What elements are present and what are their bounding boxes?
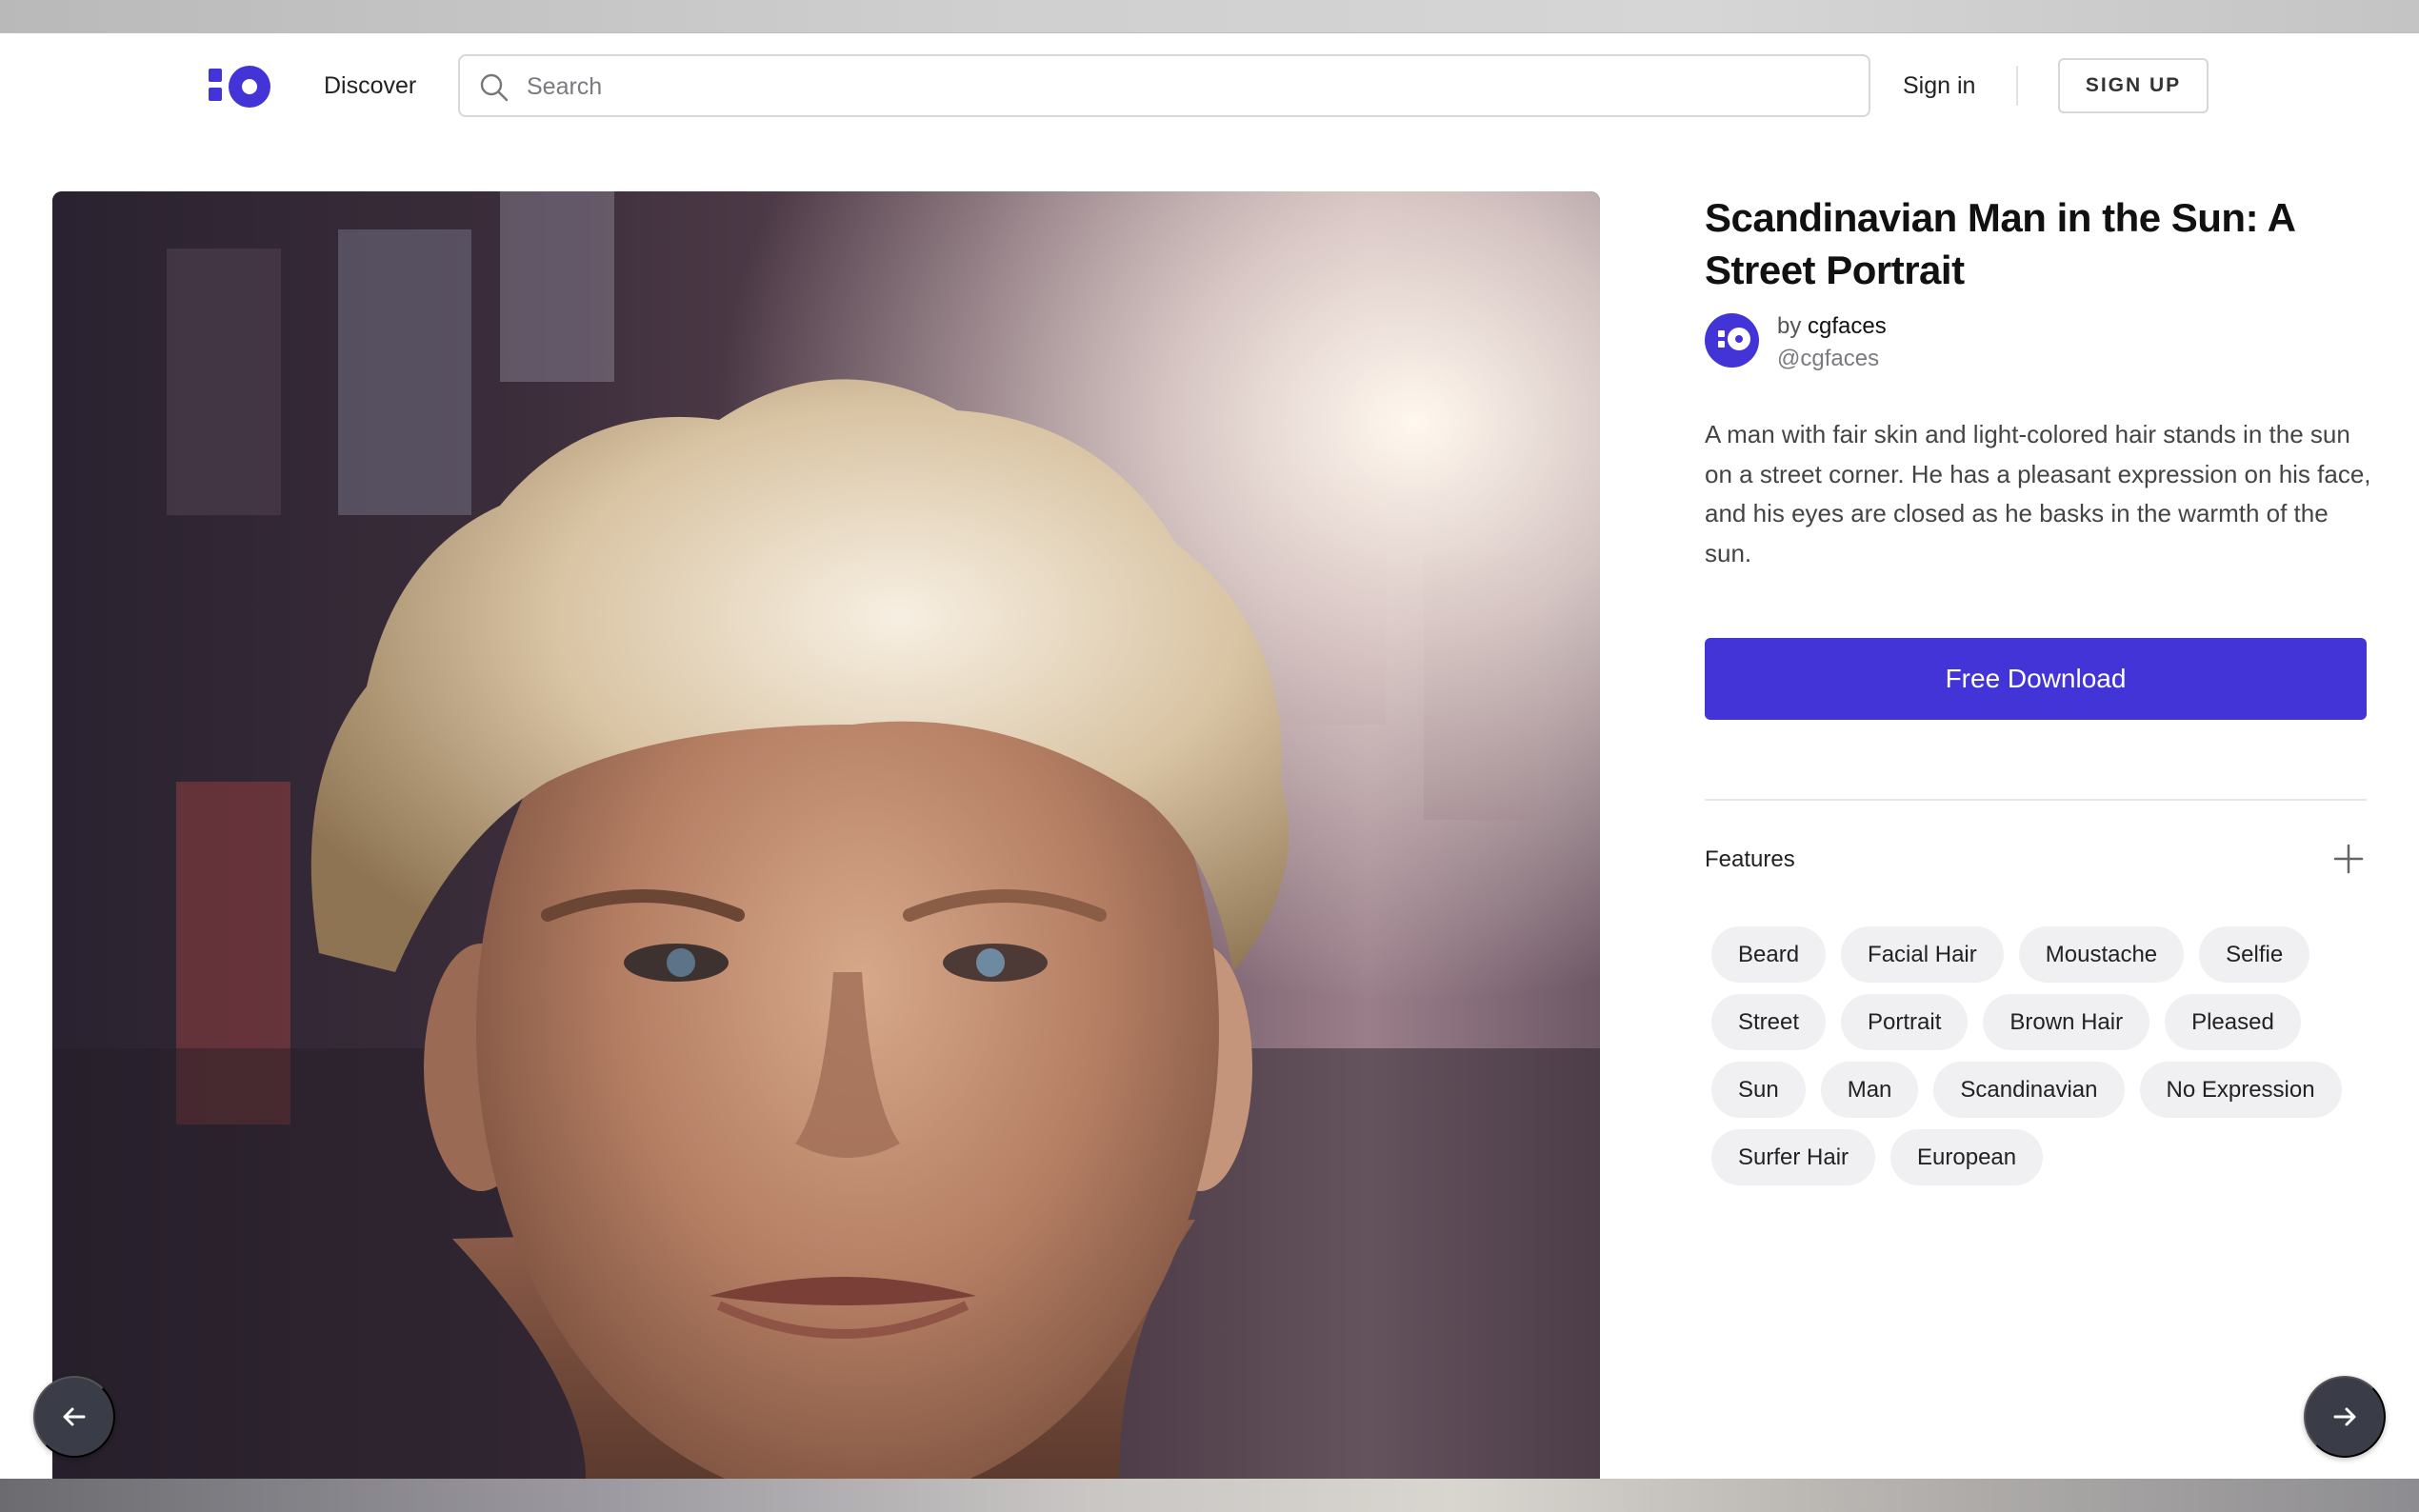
feature-tag[interactable]: Beard — [1711, 926, 1827, 983]
previous-photo-button[interactable] — [33, 1376, 115, 1458]
logo-square-top — [209, 69, 222, 82]
author-avatar[interactable] — [1705, 313, 1759, 368]
header: Discover Sign in SIGN UP — [0, 33, 2419, 140]
feature-tag[interactable]: European — [1890, 1129, 2044, 1185]
plus-icon[interactable] — [2331, 842, 2366, 876]
tag-row: Surfer Hair European — [1711, 1129, 2378, 1185]
sign-in-link[interactable]: Sign in — [1903, 71, 1975, 100]
feature-tag[interactable]: Scandinavian — [1933, 1062, 2125, 1118]
feature-tag[interactable]: Moustache — [2018, 926, 2185, 983]
feature-tag[interactable]: Brown Hair — [1983, 994, 2150, 1050]
photo-title: Scandinavian Man in the Sun: A Street Po… — [1705, 195, 2294, 292]
nav-divider — [2016, 66, 2018, 106]
main-photo — [52, 191, 1600, 1479]
author-name-link[interactable]: cgfaces — [1808, 313, 1887, 339]
arrow-left-icon — [63, 1407, 86, 1426]
window-bottom-strip — [0, 1479, 2419, 1512]
portrait-photo — [52, 191, 1600, 1479]
search-input[interactable] — [527, 68, 1841, 106]
logo-square-bottom — [209, 88, 222, 101]
search-bar[interactable] — [458, 54, 1870, 117]
arrow-right-icon — [2333, 1407, 2356, 1426]
author-by-prefix: by — [1777, 313, 1802, 339]
features-heading[interactable]: Features — [1705, 846, 1795, 874]
next-photo-button[interactable] — [2304, 1376, 2386, 1458]
logo-ring — [229, 66, 270, 108]
feature-tag[interactable]: No Expression — [2139, 1062, 2342, 1118]
avatar-square-top — [1718, 330, 1725, 337]
nav-discover-link[interactable]: Discover — [324, 71, 416, 100]
feature-tag[interactable]: Facial Hair — [1841, 926, 2004, 983]
photo-description: A man with fair skin and light-colored h… — [1705, 420, 2371, 567]
search-icon — [480, 73, 509, 102]
page: Discover Sign in SIGN UP — [0, 0, 2419, 1512]
feature-tags: Beard Facial Hair Moustache Selfie Street Por… — [1711, 926, 2378, 1197]
avatar-ring — [1728, 328, 1750, 350]
free-download-button[interactable]: Free Download — [1705, 638, 2367, 720]
site-logo[interactable] — [209, 66, 271, 108]
section-divider — [1705, 799, 2367, 801]
window-top-strip — [0, 0, 2419, 33]
sign-up-button[interactable]: SIGN UP — [2058, 58, 2209, 113]
feature-tag[interactable]: Street — [1711, 994, 1827, 1050]
tag-row: Sun Man Scandinavian No Expression — [1711, 1062, 2378, 1118]
author-handle[interactable]: @cgfaces — [1777, 345, 1879, 373]
feature-tag[interactable]: Portrait — [1841, 994, 1969, 1050]
feature-tag[interactable]: Pleased — [2165, 994, 2301, 1050]
tag-row: Beard Facial Hair Moustache Selfie — [1711, 926, 2378, 983]
feature-tag[interactable]: Surfer Hair — [1711, 1129, 1876, 1185]
tag-row: Street Portrait Brown Hair Pleased — [1711, 994, 2378, 1050]
feature-tag[interactable]: Selfie — [2199, 926, 2310, 983]
avatar-square-bottom — [1718, 341, 1725, 348]
feature-tag[interactable]: Sun — [1711, 1062, 1806, 1118]
author-byline: by cgfaces — [1777, 312, 1887, 341]
feature-tag[interactable]: Man — [1820, 1062, 1919, 1118]
